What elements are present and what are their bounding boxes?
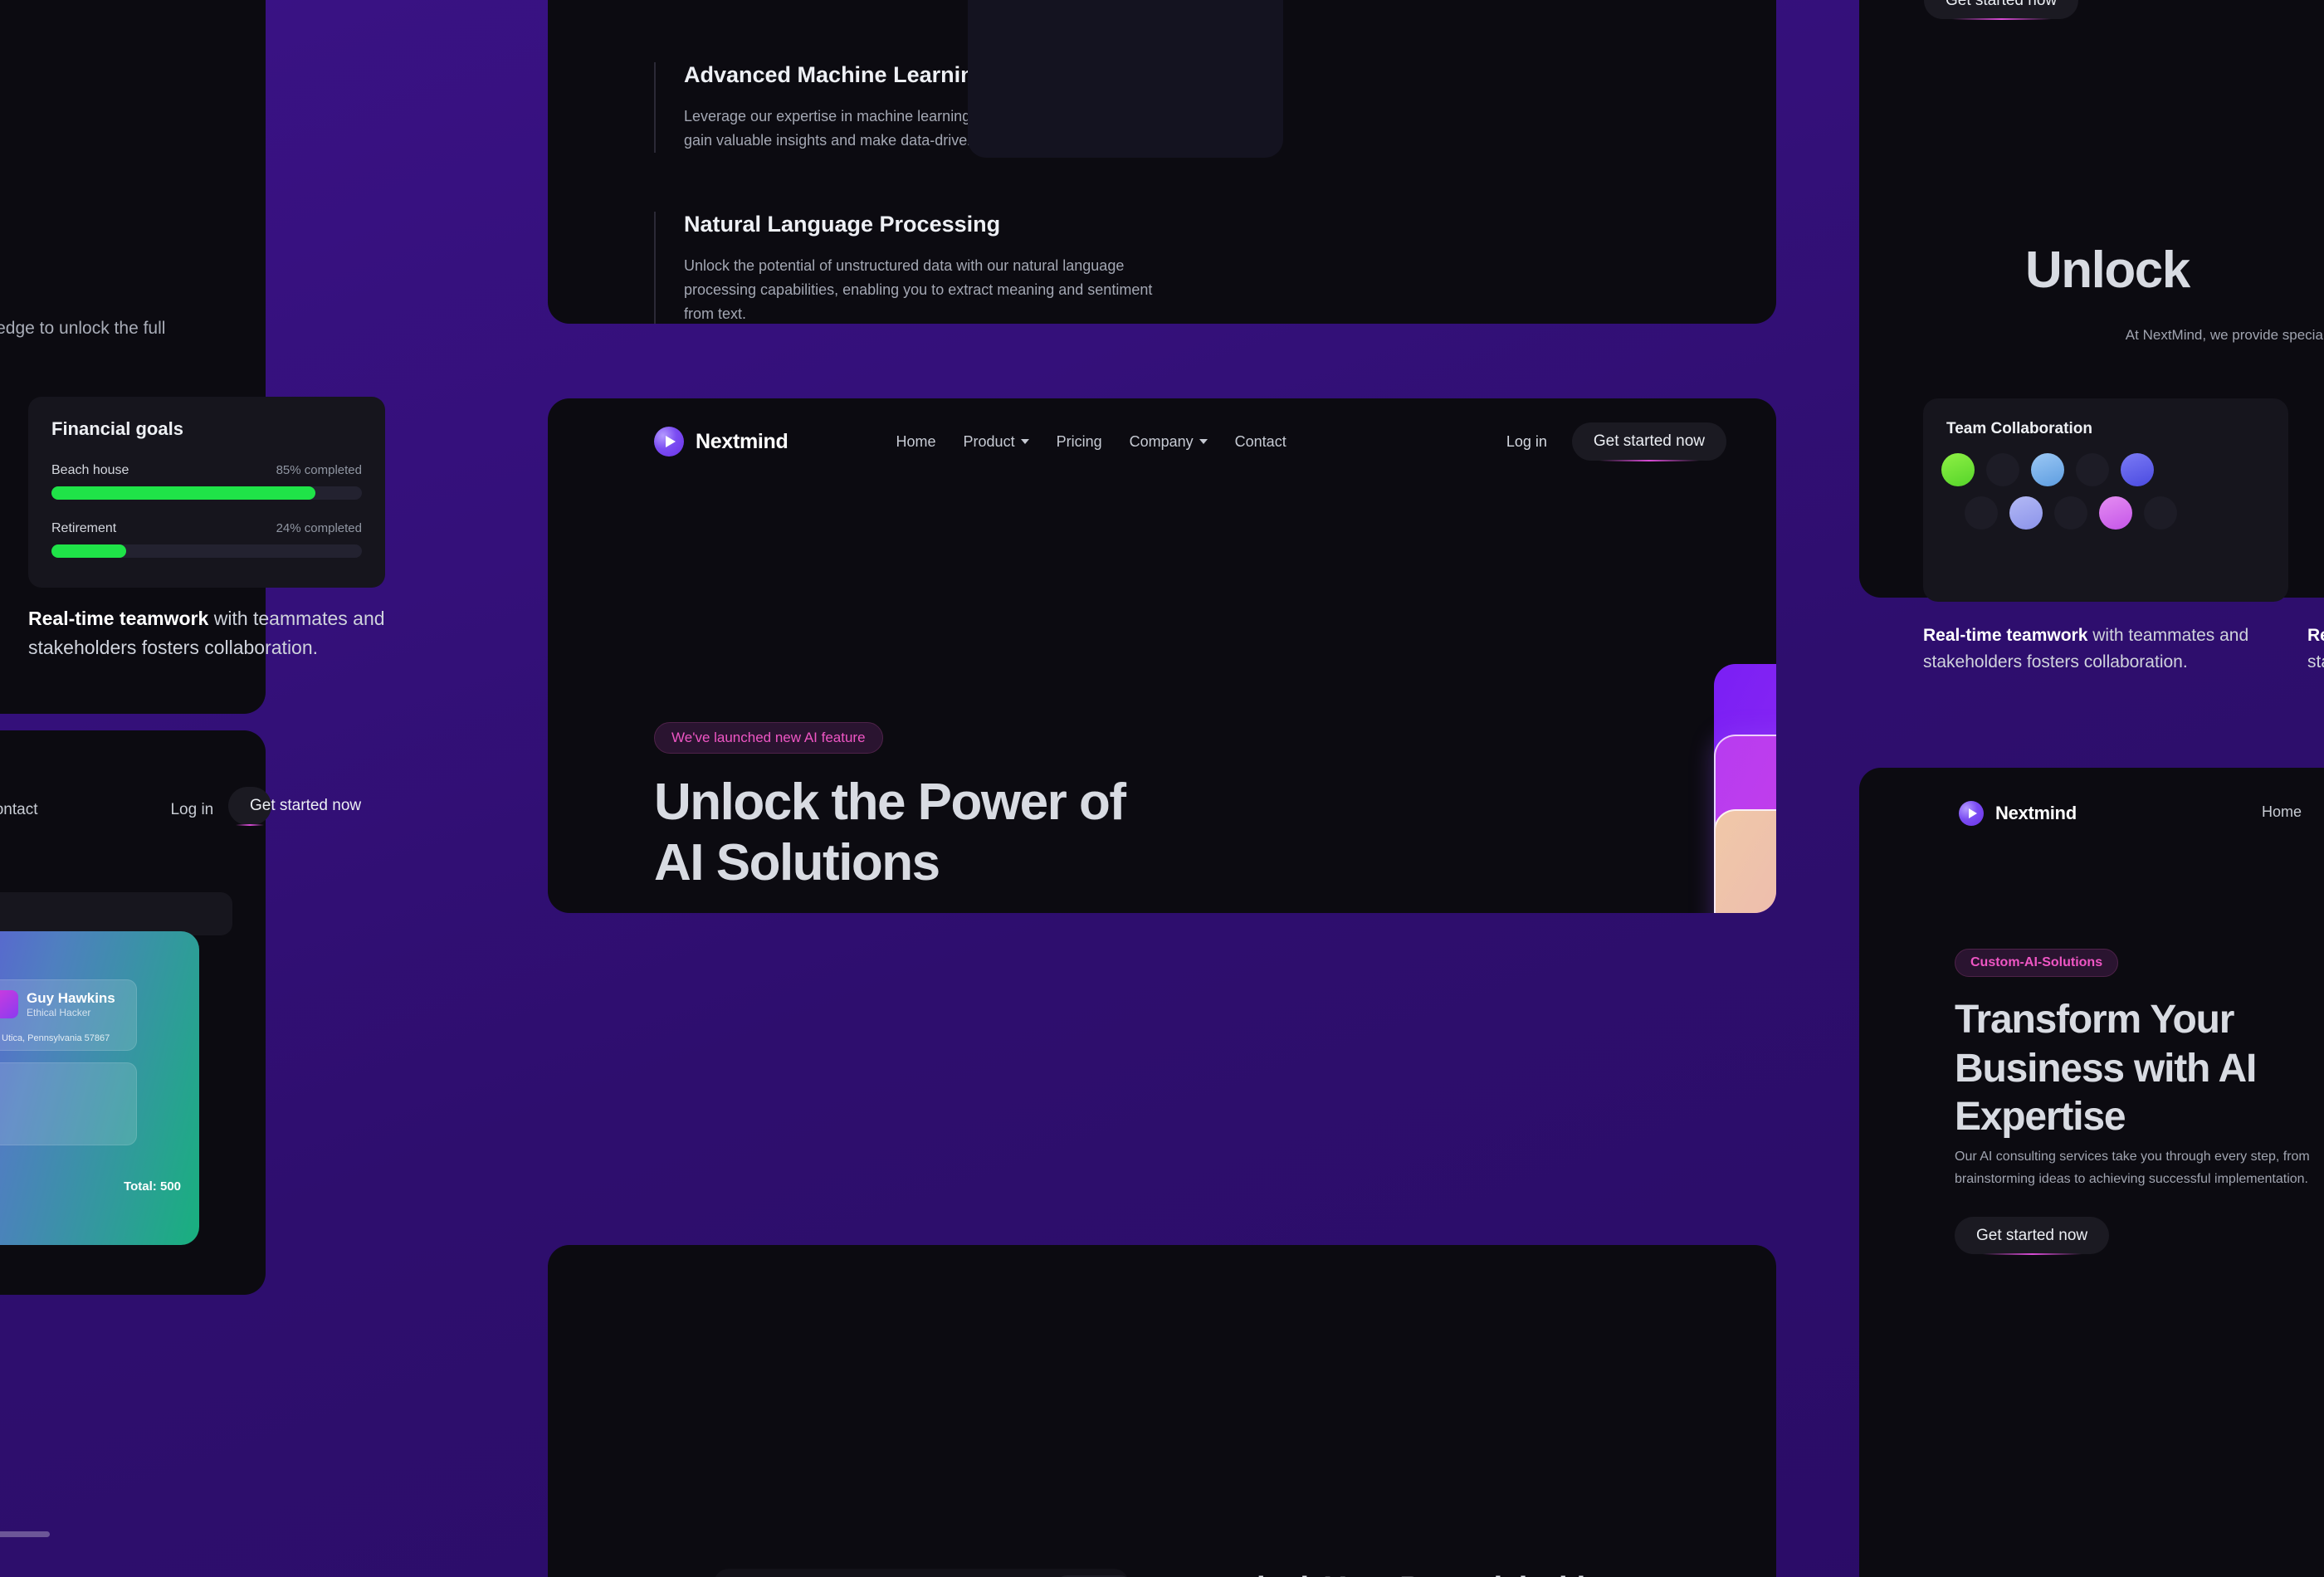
feature-title: Natural Language Processing <box>684 212 1001 237</box>
avatar-placeholder <box>2076 453 2109 486</box>
right-bottom-paragraph: Our AI consulting services take you thro… <box>1955 1150 2310 1187</box>
brand-name: Nextmind <box>1995 803 2077 823</box>
brand-logo[interactable]: Nextmind <box>654 427 788 456</box>
announcement-badge[interactable]: We've launched new AI feature <box>654 722 883 754</box>
goal-status: 24% completed <box>276 521 362 535</box>
right-bottom-heading: Transform Your Business with AI Expertis… <box>1955 998 2257 1140</box>
right-bottom-brand[interactable]: Nextmind <box>1959 801 2077 826</box>
person-role: Ethical Hacker <box>27 1007 91 1018</box>
right-paragraph-line1: At NextMind, we provide specialized AI c… <box>2125 327 2324 343</box>
avatar[interactable] <box>2009 496 2043 530</box>
login-link[interactable]: Log in <box>1506 433 1547 451</box>
chart-inner: MonTueWenThuFriSatSun <box>983 0 1268 141</box>
nav-item-contact[interactable]: Contact <box>0 801 37 819</box>
financial-goals-title: Financial goals <box>51 418 183 439</box>
nav-item-company[interactable]: Company <box>1130 433 1208 451</box>
get-started-button[interactable]: Get started now <box>1571 422 1726 461</box>
left-mid-chip <box>0 892 232 935</box>
right-cta-wrap: Get started now <box>1924 0 2079 19</box>
avatar <box>0 990 18 1018</box>
total-label: Total: 500 <box>124 1179 181 1194</box>
right-panel-heading: Unlock <box>2025 242 2190 299</box>
nav-item-pricing[interactable]: Pricing <box>1057 433 1102 451</box>
play-circle-icon <box>654 427 684 456</box>
person-card[interactable]: Guy Hawkins Ethical Hacker Utica, Pennsy… <box>0 979 137 1051</box>
left-footer-text: Real-time teamwork with teammates and st… <box>28 604 393 662</box>
goal-name: Retirement <box>51 521 117 535</box>
feature-item: Natural Language Processing Unlock the p… <box>654 212 1169 324</box>
hero-heading: Unlock the Power of AI Solutions <box>654 772 1285 893</box>
nav-item-contact[interactable]: Contact <box>1235 433 1286 451</box>
left-mid-gradient-card: rren 36 Jenny Wilson UX Designer Celina,… <box>0 931 199 1245</box>
hero-panel: Nextmind Home Product Pricing Company Contac… <box>548 398 1776 913</box>
chevron-down-icon <box>1020 439 1029 444</box>
solutions-heading: Unlock Your Potential with NextMind's AI… <box>1216 1569 1731 1577</box>
avatar[interactable] <box>2121 453 2154 486</box>
brand-name: Nextmind <box>696 429 788 453</box>
person-location: Utica, Pennsylvania 57867 <box>2 1033 110 1043</box>
avatar-placeholder <box>2144 496 2177 530</box>
nav-right: Log in Get started now <box>1506 422 1726 461</box>
nav-links: Home Product Pricing Company Contact <box>896 433 1286 451</box>
get-started-button[interactable]: Get started now <box>1955 1217 2110 1254</box>
get-started-button[interactable]: Get started now <box>1924 0 2079 19</box>
person-card-placeholder[interactable] <box>0 1062 137 1145</box>
avatar-placeholder <box>2054 496 2087 530</box>
nav-item-label: Home <box>896 432 936 450</box>
goal-progress-track <box>51 486 362 500</box>
hero-artwork-front <box>1714 809 1776 913</box>
nav-item-label: Pricing <box>1056 432 1102 450</box>
hero-heading-line1: Unlock the Power of <box>654 774 1126 831</box>
feature-body: Unlock the potential of unstructured dat… <box>684 257 1153 322</box>
goal-progress-track <box>51 544 362 558</box>
right-footer-text: Real-time teamwork with teammates and st… <box>1923 622 2288 675</box>
avatar-row <box>1965 496 2270 530</box>
right-footer-cut-text: Rea sta <box>2307 622 2324 675</box>
goal-status: 85% completed <box>276 463 362 477</box>
goal-row: Beach house 85% completed <box>51 463 362 478</box>
left-footer-bold: Real-time teamwork <box>28 608 209 629</box>
nav-item-label: Product <box>963 432 1015 450</box>
avatar[interactable] <box>2099 496 2132 530</box>
left-panel-paragraph: d extensive industry knowledge to unlock… <box>0 315 307 369</box>
weekly-activity-chart-card: MonTueWenThuFriSatSun <box>968 0 1283 158</box>
nav-item-home[interactable]: Home <box>896 433 936 451</box>
nav-item-label: Company <box>1129 432 1194 450</box>
avatar-row <box>1941 453 2270 486</box>
goal-progress-fill <box>51 486 315 500</box>
team-card-title: Team Collaboration <box>1946 420 2092 437</box>
right-footer-cut-rest: sta <box>2307 652 2324 671</box>
right-footer-cut-bold: Rea <box>2307 626 2324 645</box>
nav-login[interactable]: Log in <box>170 801 213 819</box>
avatar-placeholder <box>1986 453 2019 486</box>
goal-row: Retirement 24% completed <box>51 521 362 536</box>
financial-goals-card: Financial goals Beach house 85% complete… <box>28 397 385 588</box>
right-bottom-cta-wrap: Get started now <box>1955 1217 2110 1254</box>
team-collaboration-card: Team Collaboration <box>1923 398 2288 602</box>
nav-item-home[interactable]: Home <box>2262 803 2302 821</box>
avatar-placeholder <box>1965 496 1998 530</box>
right-footer-bold: Real-time teamwork <box>1923 626 2088 645</box>
hero-heading-line2: AI Solutions <box>654 834 940 892</box>
person-name: Guy Hawkins <box>27 990 115 1006</box>
avatar[interactable] <box>2031 453 2064 486</box>
chevron-down-icon <box>1199 439 1208 444</box>
avatar-grid <box>1941 453 2270 540</box>
total-progress-track <box>0 1531 50 1537</box>
goal-name: Beach house <box>51 463 129 477</box>
screenshot-stage: al of AI d extensive industry knowledge … <box>0 0 2324 1577</box>
left-panel-paragraph-line1: d extensive industry knowledge to unlock… <box>0 319 166 338</box>
best-time-to-post-card: 12 Best time to post MonTueWenThuFri <box>714 1569 1133 1577</box>
play-circle-icon <box>1959 801 1984 826</box>
left-panel-heading: al of AI <box>0 237 423 290</box>
custom-solutions-badge[interactable]: Custom-AI-Solutions <box>1955 949 2119 977</box>
right-panel-paragraph: At NextMind, we provide specialized AI c… <box>1971 324 2324 372</box>
get-started-button[interactable]: Get started now <box>228 787 361 826</box>
nav-item-label: Contact <box>1234 432 1286 450</box>
nav-item-product[interactable]: Product <box>964 433 1029 451</box>
navbar: Nextmind Home Product Pricing Company Contac… <box>654 417 1726 466</box>
avatar[interactable] <box>1941 453 1975 486</box>
goal-progress-fill <box>51 544 126 558</box>
solutions-panel: 12 Best time to post MonTueWenThuFri Unl… <box>548 1245 1776 1577</box>
